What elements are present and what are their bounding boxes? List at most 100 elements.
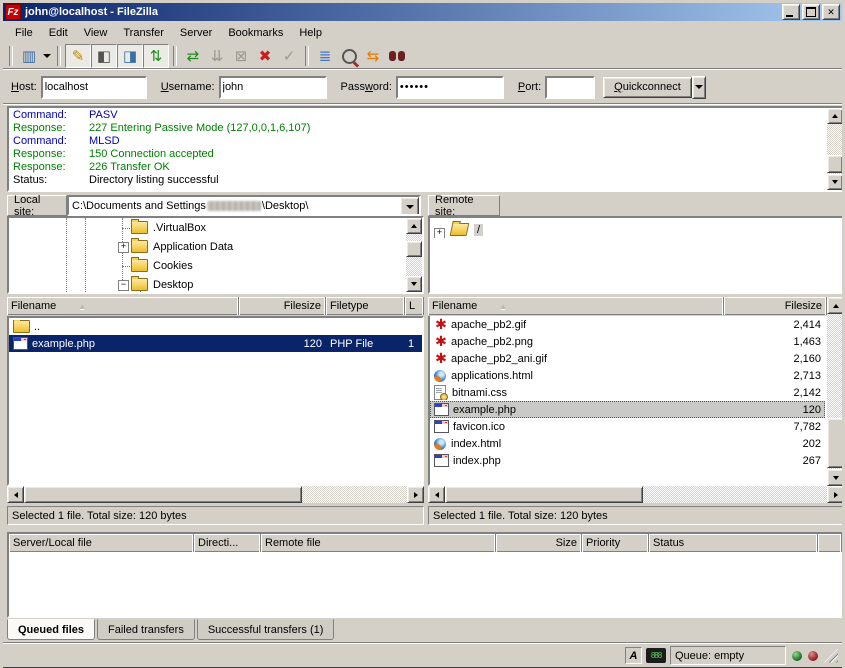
scroll-left-button[interactable] xyxy=(428,486,445,503)
file-row[interactable]: applications.html2,713 xyxy=(430,367,825,384)
tree-item[interactable]: + / xyxy=(434,221,814,238)
remote-list-header: Filename▲ Filesize xyxy=(428,297,827,316)
quickconnect-button[interactable]: Quickconnect xyxy=(603,77,692,98)
tree-item[interactable]: .VirtualBox xyxy=(9,219,389,236)
arrow-down-icon xyxy=(833,476,839,480)
scroll-down-button[interactable] xyxy=(827,174,843,190)
synchronized-browsing-button[interactable] xyxy=(385,45,409,67)
local-site-dropdown[interactable] xyxy=(400,197,419,216)
refresh-icon: ⇄ xyxy=(187,47,200,65)
menu-file[interactable]: File xyxy=(7,25,41,41)
scrollbar-thumb[interactable] xyxy=(406,241,422,257)
toggle-local-treeview-button[interactable]: ◧ xyxy=(91,44,117,68)
file-row[interactable]: ✱apache_pb2.png1,463 xyxy=(430,333,825,350)
scroll-up-button[interactable] xyxy=(827,297,844,314)
toggle-transfer-queue-button[interactable]: ⇅ xyxy=(143,44,169,68)
file-row[interactable]: bitnami.css2,142 xyxy=(430,384,825,401)
username-input[interactable] xyxy=(219,76,327,99)
scroll-right-button[interactable] xyxy=(407,486,424,503)
queue-body[interactable] xyxy=(9,553,842,616)
port-input[interactable] xyxy=(545,76,595,99)
remote-file-list[interactable]: ✱apache_pb2.gif2,414 ✱apache_pb2.png1,46… xyxy=(428,316,827,486)
compare-directories-icon: ⇆ xyxy=(367,47,380,65)
folder-icon xyxy=(131,278,148,291)
column-header-filesize[interactable]: Filesize xyxy=(724,297,827,315)
column-header-server-local-file[interactable]: Server/Local file xyxy=(9,534,194,552)
file-row[interactable]: ✱apache_pb2.gif2,414 xyxy=(430,316,825,333)
image-file-icon: ✱ xyxy=(434,352,448,365)
local-file-list[interactable]: .. example.php 120 PHP File 1 xyxy=(7,316,424,486)
column-header-filename[interactable]: Filename▲ xyxy=(428,297,724,315)
local-site-combobox[interactable]: C:\Documents and Settings\Desktop\ xyxy=(67,195,421,216)
toggle-remote-treeview-button[interactable]: ◨ xyxy=(117,44,143,68)
toolbar-separator xyxy=(173,46,177,66)
filter-button[interactable]: ≣ xyxy=(313,45,337,67)
menu-transfer[interactable]: Transfer xyxy=(115,25,172,41)
search-icon xyxy=(342,49,357,64)
speed-limits-icon[interactable]: 888 xyxy=(646,648,666,663)
title-bar[interactable]: Fz john@localhost - FileZilla ✕ xyxy=(3,3,842,21)
expand-icon[interactable]: + xyxy=(434,228,445,238)
refresh-button[interactable]: ⇄ xyxy=(181,45,205,67)
tab-queued-files[interactable]: Queued files xyxy=(7,619,95,640)
tab-successful-transfers[interactable]: Successful transfers (1) xyxy=(197,619,335,640)
scroll-down-button[interactable] xyxy=(406,276,422,292)
scrollbar-thumb[interactable] xyxy=(827,418,844,468)
close-button[interactable]: ✕ xyxy=(822,4,840,20)
site-manager-dropdown[interactable] xyxy=(41,45,53,67)
tree-item[interactable]: + Application Data xyxy=(9,238,389,255)
column-header-direction[interactable]: Directi... xyxy=(194,534,261,552)
column-header-filetype[interactable]: Filetype xyxy=(326,297,405,315)
column-header-status[interactable]: Status xyxy=(649,534,818,552)
transfer-type-ascii-icon[interactable]: A xyxy=(625,647,642,664)
menu-server[interactable]: Server xyxy=(172,25,220,41)
local-directory-tree[interactable]: .VirtualBox + Application Data Cookies −… xyxy=(7,216,424,294)
process-queue-icon: ⇊ xyxy=(211,47,224,65)
tree-item[interactable]: − Desktop xyxy=(9,276,389,293)
site-manager-button[interactable]: ▥ xyxy=(17,45,41,67)
file-row[interactable]: favicon.ico7,782 xyxy=(430,418,825,435)
expand-icon[interactable]: + xyxy=(118,242,129,253)
menu-view[interactable]: View xyxy=(76,25,116,41)
password-input[interactable] xyxy=(396,76,504,99)
scroll-right-button[interactable] xyxy=(827,486,844,503)
filter-icon: ≣ xyxy=(319,47,332,65)
file-row-selected[interactable]: example.php120 xyxy=(430,401,825,418)
menu-edit[interactable]: Edit xyxy=(41,25,76,41)
scroll-left-button[interactable] xyxy=(7,486,24,503)
scrollbar-thumb[interactable] xyxy=(445,486,643,503)
scrollbar-thumb[interactable] xyxy=(24,486,302,503)
process-queue-button: ⇊ xyxy=(205,45,229,67)
file-row[interactable]: ✱apache_pb2_ani.gif2,160 xyxy=(430,350,825,367)
scrollbar-thumb[interactable] xyxy=(827,155,843,173)
minimize-button[interactable] xyxy=(782,4,800,20)
collapse-icon[interactable]: − xyxy=(118,280,129,291)
port-label: Port: xyxy=(518,81,541,93)
scroll-down-button[interactable] xyxy=(827,469,844,486)
toggle-message-log-button[interactable]: ✎ xyxy=(65,44,91,68)
menu-help[interactable]: Help xyxy=(291,25,330,41)
file-row-selected[interactable]: example.php 120 PHP File 1 xyxy=(9,335,422,352)
disconnect-button[interactable]: ✖ xyxy=(253,45,277,67)
resize-grip[interactable] xyxy=(824,649,838,663)
compare-directories-button[interactable]: ⇆ xyxy=(361,45,385,67)
quickconnect-dropdown[interactable] xyxy=(692,76,706,99)
column-header-remote-file[interactable]: Remote file xyxy=(261,534,496,552)
maximize-button[interactable] xyxy=(802,4,820,20)
scroll-up-button[interactable] xyxy=(827,108,843,124)
column-header-filesize[interactable]: Filesize xyxy=(239,297,326,315)
tree-item[interactable]: Cookies xyxy=(9,257,389,274)
scroll-up-button[interactable] xyxy=(406,218,422,234)
file-row[interactable]: index.php267 xyxy=(430,452,825,469)
file-row[interactable]: .. xyxy=(9,318,422,335)
find-files-button[interactable] xyxy=(337,45,361,67)
remote-directory-tree[interactable]: + / xyxy=(428,216,844,294)
column-header-size[interactable]: Size xyxy=(496,534,582,552)
column-header-modified[interactable]: L xyxy=(405,297,424,315)
tab-failed-transfers[interactable]: Failed transfers xyxy=(97,619,195,640)
menu-bookmarks[interactable]: Bookmarks xyxy=(220,25,291,41)
column-header-priority[interactable]: Priority xyxy=(582,534,649,552)
column-header-filename[interactable]: Filename▲ xyxy=(7,297,239,315)
host-input[interactable] xyxy=(41,76,147,99)
file-row[interactable]: index.html202 xyxy=(430,435,825,452)
